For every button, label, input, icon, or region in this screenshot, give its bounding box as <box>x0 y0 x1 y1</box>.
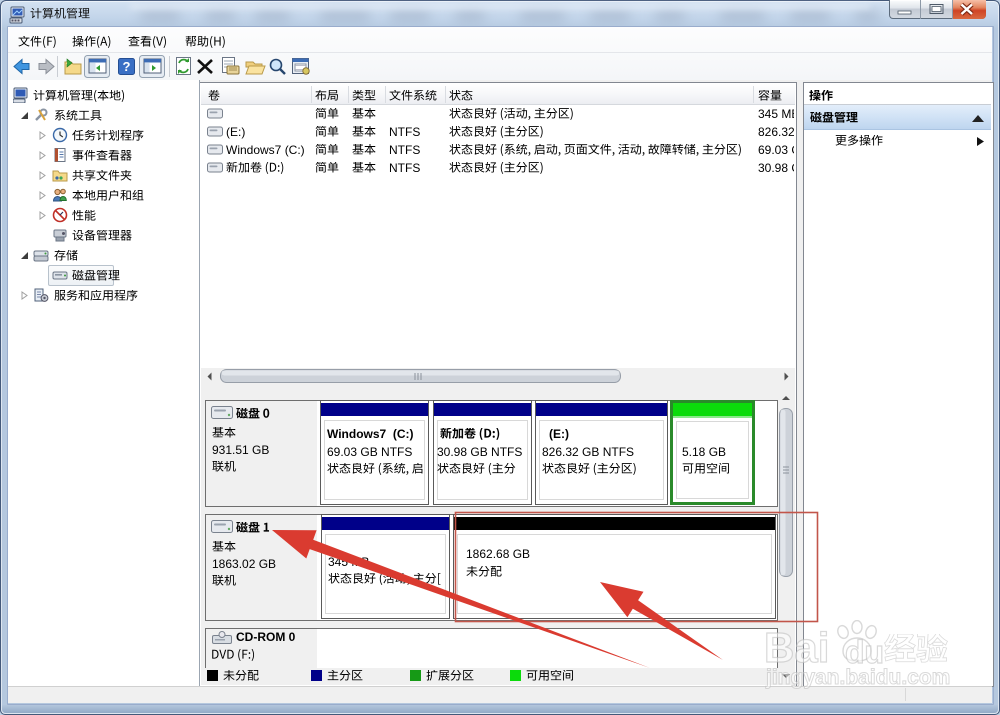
svg-text:?: ? <box>123 59 131 74</box>
